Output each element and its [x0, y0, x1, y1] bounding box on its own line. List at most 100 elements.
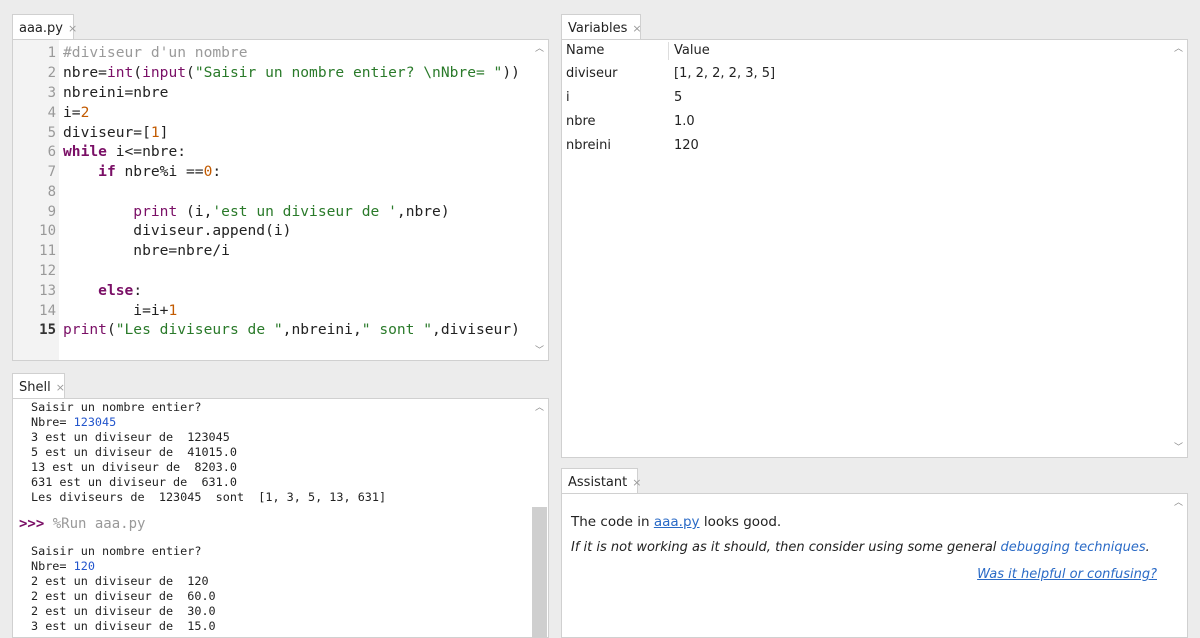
- code-token: nbreini=nbre: [63, 84, 169, 101]
- code-builtin: print: [63, 321, 107, 338]
- variable-value: 5: [674, 90, 683, 105]
- code-line-4[interactable]: i=2: [63, 104, 89, 121]
- scroll-up-icon[interactable]: ︿: [1170, 42, 1187, 56]
- code-editor[interactable]: 1 2 3 4 5 6 7 8 9 10 11 12 13 14 15 #div…: [12, 39, 549, 361]
- code-token: :: [212, 163, 222, 180]
- line-number: 5: [47, 125, 56, 141]
- code-line-11[interactable]: nbre=nbre/i: [63, 242, 230, 259]
- scroll-down-icon[interactable]: ﹀: [531, 344, 548, 358]
- code-token: (i,: [177, 203, 213, 220]
- line-number: 1: [47, 45, 56, 61]
- code-line-3[interactable]: nbreini=nbre: [63, 84, 168, 101]
- shell-output-line: 13 est un diviseur de 8203.0: [31, 460, 237, 474]
- column-divider[interactable]: [668, 42, 669, 60]
- variable-name: i: [566, 90, 570, 105]
- code-string: "Les diviseurs de ": [115, 321, 283, 338]
- code-token: ,nbre): [396, 203, 450, 220]
- code-token: nbre=nbre/i: [63, 242, 230, 259]
- feedback-link[interactable]: Was it helpful or confusing?: [977, 567, 1157, 582]
- code-line-10[interactable]: diviseur.append(i): [63, 222, 291, 239]
- line-number: 12: [39, 263, 56, 279]
- shell-prompt-symbol: >>>: [19, 516, 45, 532]
- shell-output-line: 2 est un diviseur de 30.0: [31, 604, 216, 618]
- code-comment: #diviseur d'un nombre: [63, 44, 248, 61]
- code-builtin: input: [142, 64, 187, 81]
- line-number: 2: [47, 65, 56, 81]
- variable-name: diviseur: [566, 66, 618, 81]
- variable-value: 1.0: [674, 114, 695, 129]
- line-number: 13: [39, 283, 56, 299]
- variables-scrollbar[interactable]: ︿ ﹀: [1170, 40, 1187, 457]
- assistant-message-1: The code in aaa.py looks good.: [571, 514, 781, 530]
- scroll-up-icon[interactable]: ︿: [531, 42, 548, 56]
- shell-console[interactable]: Saisir un nombre entier? Nbre= 123045 3 …: [12, 398, 549, 638]
- editor-tab[interactable]: aaa.py ×: [12, 14, 77, 40]
- variables-tab-close-icon[interactable]: ×: [632, 22, 641, 35]
- code-token: )): [502, 64, 520, 81]
- shell-prompt-label: Nbre=: [31, 415, 74, 429]
- shell-command-text: %Run aaa.py: [44, 516, 146, 532]
- assistant-scrollbar[interactable]: ︿: [1170, 494, 1187, 637]
- code-token: (: [106, 321, 116, 338]
- code-builtin: print: [133, 203, 178, 220]
- code-token: i=: [63, 104, 81, 121]
- code-line-13[interactable]: else:: [63, 282, 142, 299]
- scroll-up-icon[interactable]: ︿: [1170, 496, 1187, 510]
- code-string: 'est un diviseur de ': [212, 203, 397, 220]
- variables-tab[interactable]: Variables ×: [561, 14, 642, 40]
- shell-tab[interactable]: Shell ×: [12, 373, 65, 399]
- line-number: 8: [47, 184, 56, 200]
- code-line-6[interactable]: while i<=nbre:: [63, 143, 186, 160]
- line-number: 3: [47, 85, 56, 101]
- shell-scroll-thumb[interactable]: [532, 507, 547, 637]
- code-line-2[interactable]: nbre=int(input("Saisir un nombre entier?…: [63, 64, 520, 81]
- assistant-tab-close-icon[interactable]: ×: [632, 476, 641, 489]
- code-token: (: [133, 64, 143, 81]
- file-link[interactable]: aaa.py: [654, 514, 700, 530]
- code-line-9[interactable]: print (i,'est un diviseur de ',nbre): [63, 203, 450, 220]
- column-header-value[interactable]: Value: [674, 43, 710, 58]
- line-number: 10: [39, 223, 56, 239]
- scroll-up-icon[interactable]: ︿: [531, 401, 548, 415]
- code-line-15[interactable]: print("Les diviseurs de ",nbreini," sont…: [63, 321, 520, 338]
- line-number: 14: [39, 303, 56, 319]
- code-token: :: [133, 282, 143, 299]
- shell-tab-label: Shell: [19, 380, 51, 395]
- line-number: 11: [39, 243, 56, 259]
- debugging-techniques-link[interactable]: debugging techniques: [1001, 540, 1146, 555]
- shell-output-line: 631 est un diviseur de 631.0: [31, 475, 237, 489]
- column-header-name[interactable]: Name: [566, 43, 604, 58]
- variable-value: 120: [674, 138, 699, 153]
- assistant-tab[interactable]: Assistant ×: [561, 468, 641, 494]
- assistant-text: looks good.: [699, 514, 782, 530]
- variable-name: nbreini: [566, 138, 612, 153]
- shell-scrollbar[interactable]: ︿: [531, 399, 548, 637]
- code-token: i=i+: [63, 302, 169, 319]
- code-line-5[interactable]: diviseur=[1]: [63, 124, 168, 141]
- code-number: 1: [168, 302, 178, 319]
- code-line-7[interactable]: if nbre%i ==0:: [63, 163, 221, 180]
- variable-name: nbre: [566, 114, 596, 129]
- line-number: 4: [47, 105, 56, 121]
- code-line-1[interactable]: #diviseur d'un nombre: [63, 44, 248, 61]
- shell-output-line: Saisir un nombre entier?: [31, 544, 202, 558]
- shell-tab-close-icon[interactable]: ×: [56, 381, 65, 394]
- code-token: ,nbreini,: [282, 321, 362, 338]
- code-line-14[interactable]: i=i+1: [63, 302, 177, 319]
- assistant-text: If it is not working as it should, then …: [571, 540, 1001, 555]
- shell-output-line: 2 est un diviseur de 60.0: [31, 589, 216, 603]
- code-token: nbre%i ==: [115, 163, 204, 180]
- variables-panel: Name Value diviseur [1, 2, 2, 2, 3, 5] i…: [561, 39, 1188, 458]
- editor-scrollbar[interactable]: ︿ ﹀: [531, 40, 548, 360]
- code-token: diviseur=[: [63, 124, 151, 141]
- scroll-down-icon[interactable]: ﹀: [1170, 441, 1187, 455]
- assistant-panel: The code in aaa.py looks good. If it is …: [561, 493, 1188, 638]
- shell-output-line: 3 est un diviseur de 123045: [31, 430, 230, 444]
- code-token: diviseur.append(i): [63, 222, 292, 239]
- code-token: i<=nbre:: [106, 143, 187, 160]
- editor-tab-close-icon[interactable]: ×: [68, 22, 77, 35]
- shell-prompt-label: Nbre=: [31, 559, 74, 573]
- line-number: 7: [47, 164, 56, 180]
